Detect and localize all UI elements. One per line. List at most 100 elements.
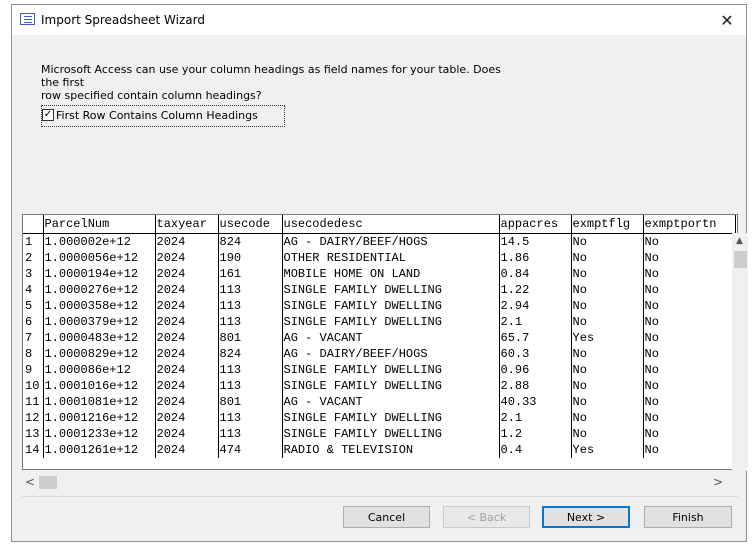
grid-cell: 2024: [155, 266, 219, 282]
table-row: 1 1.000002e+12 2024 824 AG - DAIRY/BEEF/HOGS…: [23, 233, 736, 250]
column-header[interactable]: appacres: [499, 215, 572, 234]
grid-cell: 2024: [155, 298, 219, 314]
row-number: 2: [23, 250, 44, 266]
grid-cell: SINGLE FAMILY DWELLING: [282, 362, 500, 378]
wizard-app-icon: [20, 13, 35, 25]
back-button[interactable]: < Back: [443, 506, 530, 528]
table-row: 2 1.0000056e+12 2024 190 OTHER RESIDENTIAL 1.…: [23, 250, 736, 266]
table-row: 14 1.0001261e+12 2024 474 RADIO & TELEVISION…: [23, 442, 736, 458]
scroll-right-icon[interactable]: >: [713, 475, 723, 489]
grid-cell: 1.0000358e+12: [43, 298, 156, 314]
grid-cell: SINGLE FAMILY DWELLING: [282, 298, 500, 314]
row-number: 5: [23, 298, 44, 314]
grid-cell: No: [571, 250, 644, 266]
horizontal-scroll-thumb[interactable]: [39, 476, 57, 489]
grid-cell: 0.96: [499, 362, 572, 378]
grid-cell: 2024: [155, 378, 219, 394]
instruction-line-2: row specified contain column headings?: [41, 89, 262, 102]
next-button[interactable]: Next >: [542, 506, 630, 528]
grid-cell: No: [571, 426, 644, 442]
grid-cell: 113: [218, 282, 283, 298]
grid-cell: MOBILE HOME ON LAND: [282, 266, 500, 282]
grid-cell: No: [571, 362, 644, 378]
scroll-up-icon[interactable]: ▲: [736, 236, 743, 246]
grid-cell: 1.0000483e+12: [43, 330, 156, 346]
grid-cell: 2024: [155, 346, 219, 362]
import-wizard-dialog: Import Spreadsheet Wizard ✕ Microsoft Ac…: [11, 4, 748, 542]
grid-cell: 2024: [155, 394, 219, 410]
first-row-headings-checkbox[interactable]: ✓ First Row Contains Column Headings: [41, 105, 285, 127]
grid-cell: 2024: [155, 250, 219, 266]
grid-cell: RADIO & TELEVISION: [282, 442, 500, 458]
grid-cell: No: [643, 330, 736, 346]
grid-cell: 2024: [155, 442, 219, 458]
table-row: 6 1.0000379e+12 2024 113 SINGLE FAMILY DWELL…: [23, 314, 736, 330]
grid-cell: 2024: [155, 410, 219, 426]
grid-cell: 2.1: [499, 314, 572, 330]
grid-cell: 2024: [155, 233, 219, 250]
table-row: 4 1.0000276e+12 2024 113 SINGLE FAMILY DWELL…: [23, 282, 736, 298]
row-number: 12: [23, 410, 44, 426]
row-number: 14: [23, 442, 44, 458]
vertical-scroll-thumb[interactable]: [734, 251, 747, 268]
scroll-left-icon[interactable]: <: [25, 475, 35, 489]
grid-cell: No: [571, 378, 644, 394]
horizontal-scrollbar[interactable]: < >: [22, 474, 726, 490]
grid-cell: 113: [218, 362, 283, 378]
grid-cell: AG - DAIRY/BEEF/HOGS: [282, 233, 500, 250]
grid-cell: No: [571, 314, 644, 330]
grid-cell: No: [643, 346, 736, 362]
table-row: 11 1.0001081e+12 2024 801 AG - VACANT 40.33 No…: [23, 394, 736, 410]
grid-cell: OTHER RESIDENTIAL: [282, 250, 500, 266]
column-header[interactable]: taxyear: [155, 215, 219, 234]
instruction-text: Microsoft Access can use your column hea…: [41, 63, 511, 102]
row-number: 13: [23, 426, 44, 442]
preview-grid: ParcelNum taxyear usecode usecodedesc appacr…: [22, 214, 738, 470]
grid-cell: 1.0001081e+12: [43, 394, 156, 410]
grid-cell: 2.1: [499, 410, 572, 426]
grid-cell: 1.2: [499, 426, 572, 442]
grid-cell: SINGLE FAMILY DWELLING: [282, 314, 500, 330]
grid-cell: 1.0001261e+12: [43, 442, 156, 458]
row-number: 3: [23, 266, 44, 282]
grid-cell: 1.0000379e+12: [43, 314, 156, 330]
grid-cell: No: [643, 426, 736, 442]
checkbox-check-icon[interactable]: ✓: [42, 109, 54, 121]
grid-cell: 113: [218, 378, 283, 394]
table-row: 9 1.000086e+12 2024 113 SINGLE FAMILY DWELLI…: [23, 362, 736, 378]
grid-cell: 1.0001016e+12: [43, 378, 156, 394]
title-bar: Import Spreadsheet Wizard ✕: [12, 5, 746, 35]
grid-cell: 474: [218, 442, 283, 458]
table-row: 8 1.0000829e+12 2024 824 AG - DAIRY/BEEF/HOG…: [23, 346, 736, 362]
grid-cell: Yes: [571, 442, 644, 458]
column-header[interactable]: ParcelNum: [43, 215, 156, 234]
grid-cell: No: [643, 282, 736, 298]
grid-cell: 0.84: [499, 266, 572, 282]
grid-cell: No: [571, 233, 644, 250]
row-number: 7: [23, 330, 44, 346]
grid-cell: 40.33: [499, 394, 572, 410]
vertical-scrollbar[interactable]: ▲: [732, 233, 748, 471]
column-header[interactable]: exmptportn: [643, 215, 736, 234]
table-row: 10 1.0001016e+12 2024 113 SINGLE FAMILY DWEL…: [23, 378, 736, 394]
column-header[interactable]: exmptflg: [571, 215, 644, 234]
grid-cell: 1.0001233e+12: [43, 426, 156, 442]
grid-cell: No: [643, 394, 736, 410]
table-row: 12 1.0001216e+12 2024 113 SINGLE FAMILY DWEL…: [23, 410, 736, 426]
close-icon[interactable]: ✕: [714, 9, 740, 31]
grid-cell: 1.22: [499, 282, 572, 298]
finish-button[interactable]: Finish: [644, 506, 732, 528]
window-title: Import Spreadsheet Wizard: [41, 13, 205, 27]
grid-corner-cell: [23, 215, 44, 234]
grid-cell: 1.0000276e+12: [43, 282, 156, 298]
column-header[interactable]: usecodedesc: [282, 215, 500, 234]
grid-cell: SINGLE FAMILY DWELLING: [282, 410, 500, 426]
grid-cell: Yes: [571, 330, 644, 346]
grid-cell: 113: [218, 314, 283, 330]
cancel-button[interactable]: Cancel: [343, 506, 430, 528]
grid-cell: 1.0000194e+12: [43, 266, 156, 282]
grid-cell: No: [643, 250, 736, 266]
column-header[interactable]: usecode: [218, 215, 283, 234]
table-row: 5 1.0000358e+12 2024 113 SINGLE FAMILY DWELL…: [23, 298, 736, 314]
grid-cell: 0.4: [499, 442, 572, 458]
